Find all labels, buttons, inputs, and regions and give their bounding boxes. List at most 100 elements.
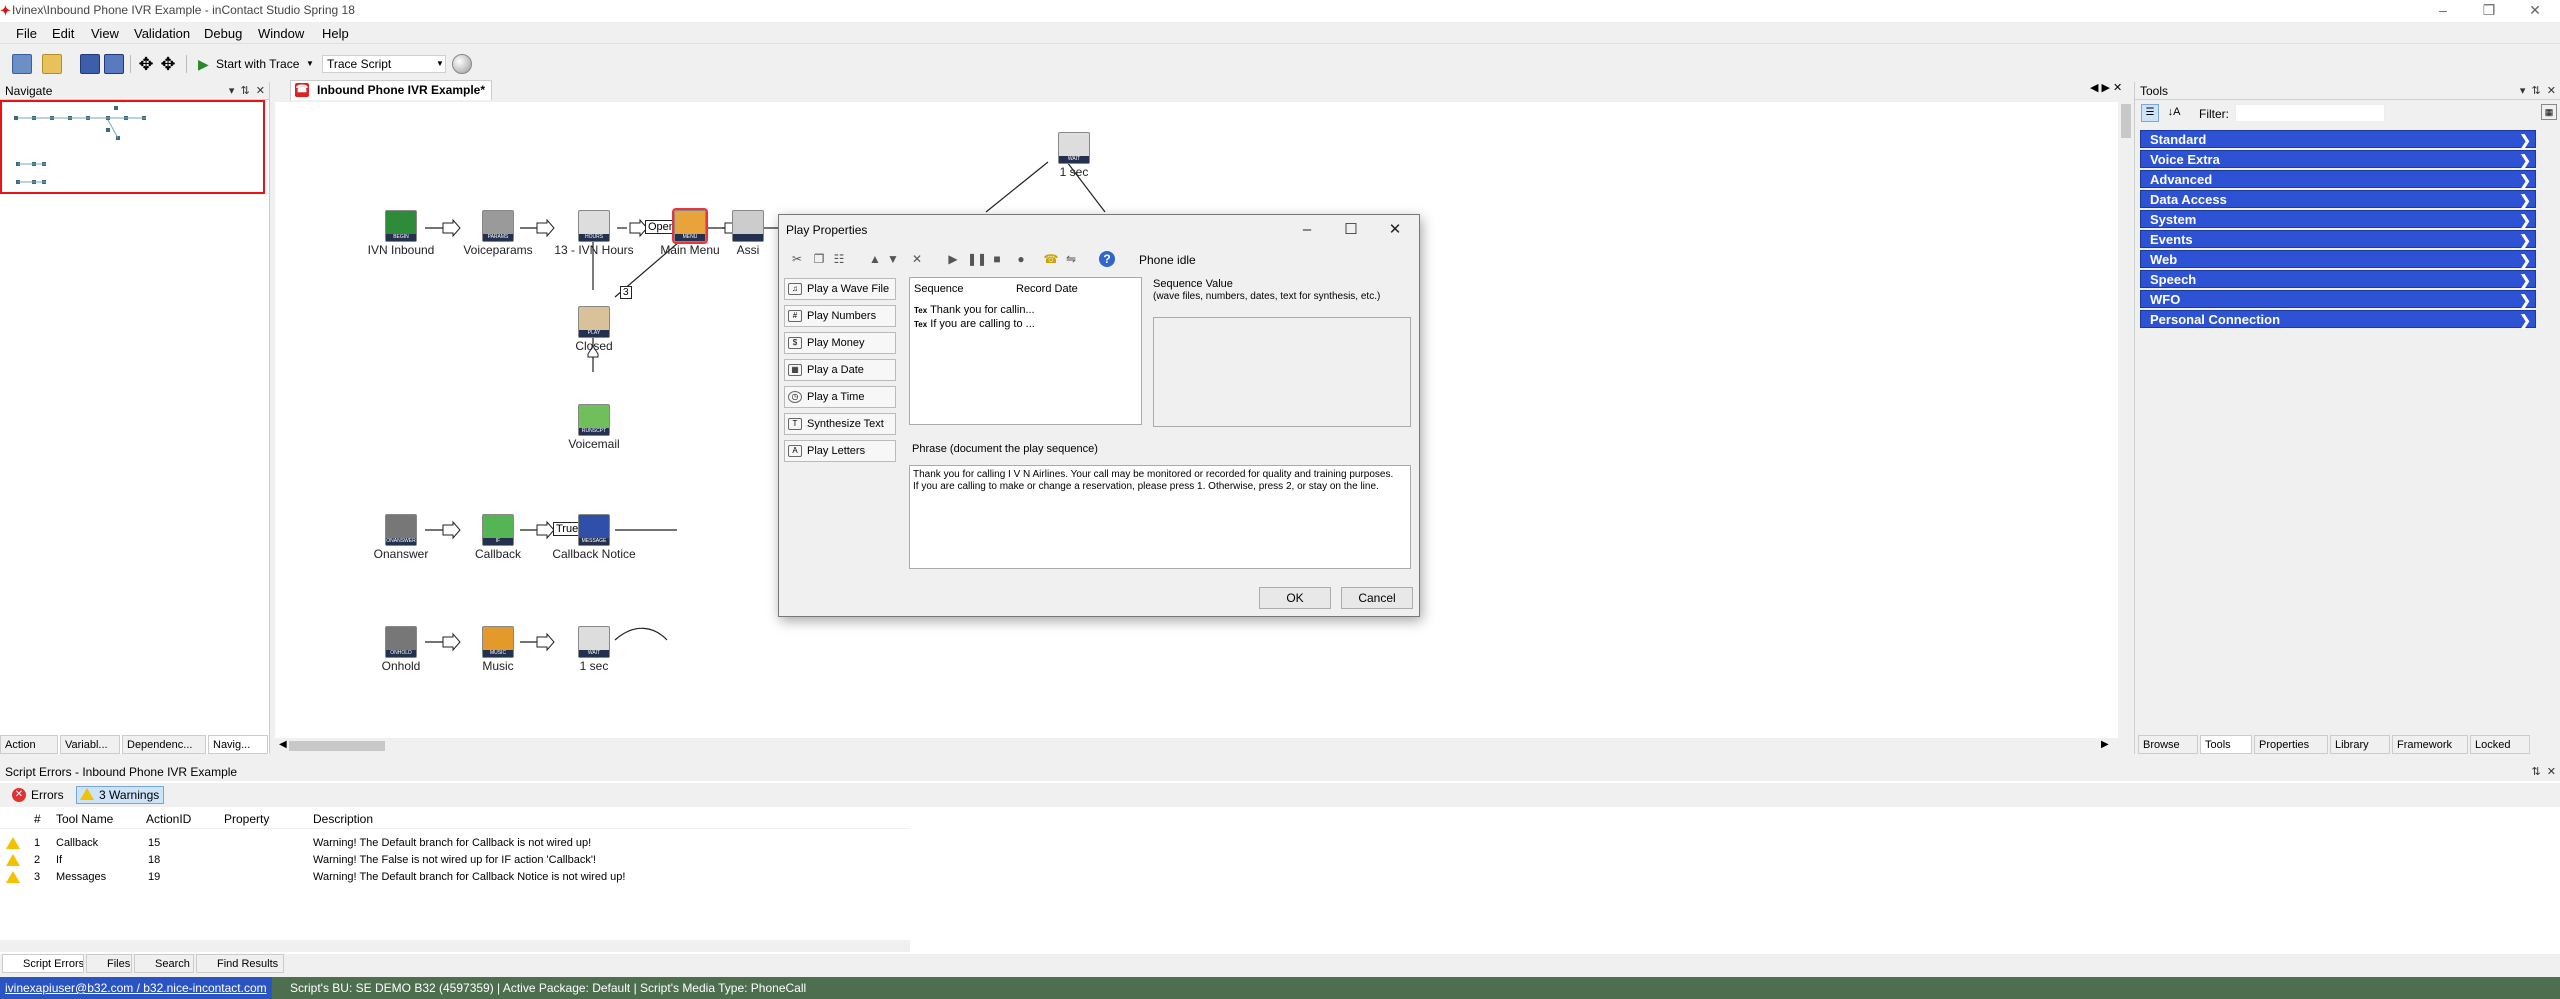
scroll-thumb[interactable] — [289, 741, 385, 751]
category-wfo[interactable]: WFO ❯ — [2140, 290, 2536, 308]
tab-script-errors[interactable]: Script Errors — [2, 954, 84, 973]
copy-icon[interactable]: ❐ — [811, 251, 827, 267]
save-icon[interactable] — [80, 54, 100, 74]
record-icon[interactable] — [452, 54, 472, 74]
sort-az-icon[interactable]: ↓A — [2165, 104, 2183, 122]
table-row[interactable]: 2 If 18 Warning! The False is not wired … — [0, 852, 910, 869]
tab-inbound-phone-ivr[interactable]: ☎ Inbound Phone IVR Example* — [290, 80, 493, 100]
tab-find-results[interactable]: Find Results — [196, 954, 284, 973]
play-icon[interactable]: ▶ — [945, 251, 961, 267]
tab-variables[interactable]: Variabl... — [60, 735, 120, 754]
move-all-icon[interactable]: ✥ — [158, 54, 178, 74]
record-icon[interactable]: ● — [1013, 251, 1029, 267]
menu-file[interactable]: File — [16, 26, 37, 41]
start-trace-button[interactable]: Start with Trace — [216, 55, 299, 73]
minimize-button[interactable]: – — [2420, 0, 2466, 22]
categorized-view-icon[interactable]: ☰ — [2141, 104, 2159, 122]
table-row[interactable]: 1 Callback 15 Warning! The Default branc… — [0, 835, 910, 852]
combo-chevron-down-icon[interactable]: ▼ — [436, 55, 444, 73]
menu-window[interactable]: Window — [258, 26, 304, 41]
errors-horizontal-scrollbar[interactable] — [0, 940, 910, 952]
synthesize-text-button[interactable]: T Synthesize Text — [784, 413, 896, 435]
category-web[interactable]: Web ❯ — [2140, 250, 2536, 268]
category-advanced[interactable]: Advanced ❯ — [2140, 170, 2536, 188]
category-voice-extra[interactable]: Voice Extra ❯ — [2140, 150, 2536, 168]
user-status[interactable]: ivinexapiuser@b32.com / b32.nice-inconta… — [0, 977, 272, 999]
pause-icon[interactable]: ❚❚ — [967, 251, 987, 267]
play-icon[interactable]: ▶ — [198, 55, 209, 73]
sequence-list[interactable]: Sequence Record Date Tex Thank you for c… — [909, 277, 1142, 425]
move-down-icon[interactable]: ▼ — [885, 251, 901, 267]
tab-tools[interactable]: Tools — [2200, 735, 2252, 754]
play-date-button[interactable]: ▦ Play a Date — [784, 359, 896, 381]
menu-debug[interactable]: Debug — [204, 26, 242, 41]
action-node[interactable]: PARAMS Voiceparams — [443, 210, 553, 257]
action-node[interactable]: BEGIN IVN Inbound — [346, 210, 456, 257]
dialog-minimize-button[interactable]: – — [1285, 217, 1329, 243]
action-node[interactable]: MESSAGE Callback Notice — [539, 514, 649, 561]
tools-options-icon[interactable]: ▦ — [2541, 104, 2557, 120]
phone-icon[interactable]: ☎ — [1043, 251, 1059, 267]
category-system[interactable]: System ❯ — [2140, 210, 2536, 228]
tab-library[interactable]: Library — [2330, 735, 2390, 754]
menu-edit[interactable]: Edit — [52, 26, 74, 41]
new-script-icon[interactable] — [12, 54, 32, 74]
action-node[interactable]: Assi — [718, 210, 778, 257]
navigate-viewport-thumbnail[interactable] — [0, 100, 265, 194]
menu-validation[interactable]: Validation — [134, 26, 190, 41]
panel-buttons[interactable]: ⇅ ✕ — [2531, 763, 2556, 781]
action-node[interactable]: PLAY Closed — [539, 306, 649, 353]
move-up-icon[interactable]: ▲ — [867, 251, 883, 267]
tab-framework[interactable]: Framework — [2392, 735, 2468, 754]
action-node[interactable]: HOURS 13 - IVN Hours — [539, 210, 649, 257]
tab-search[interactable]: Search — [134, 954, 194, 973]
tab-locked[interactable]: Locked — [2470, 735, 2530, 754]
delete-icon[interactable]: ✕ — [909, 251, 925, 267]
play-letters-button[interactable]: A Play Letters — [784, 440, 896, 462]
tab-dependencies[interactable]: Dependenc... — [122, 735, 206, 754]
cut-icon[interactable]: ✂ — [789, 251, 805, 267]
play-wave-file-button[interactable]: ♫ Play a Wave File — [784, 278, 896, 300]
panel-buttons[interactable]: ▾ ⇅ ✕ — [229, 82, 265, 100]
list-item[interactable]: Tex If you are calling to ... — [914, 318, 1035, 330]
paste-icon[interactable]: ☷ — [831, 251, 847, 267]
column-tool-name[interactable]: Tool Name — [56, 812, 113, 826]
action-node[interactable]: ONANSWER Onanswer — [346, 514, 456, 561]
action-node[interactable]: WAIT 1 sec — [539, 626, 649, 673]
column-description[interactable]: Description — [313, 812, 373, 826]
action-node[interactable]: RUNSCPT Voicemail — [539, 404, 649, 451]
list-item[interactable]: Tex Thank you for callin... — [914, 304, 1035, 316]
vertical-scrollbar[interactable] — [2118, 102, 2134, 738]
dialog-close-button[interactable]: ✕ — [1373, 217, 1417, 243]
tab-files[interactable]: Files — [86, 954, 132, 973]
column-action-id[interactable]: ActionID — [146, 812, 191, 826]
close-button[interactable]: ✕ — [2512, 0, 2558, 22]
play-money-button[interactable]: $ Play Money — [784, 332, 896, 354]
menu-view[interactable]: View — [91, 26, 119, 41]
play-numbers-button[interactable]: # Play Numbers — [784, 305, 896, 327]
horizontal-scrollbar[interactable]: ◀ ▶ — [275, 738, 2118, 754]
category-standard[interactable]: Standard ❯ — [2140, 130, 2536, 148]
action-node[interactable]: IF Callback — [443, 514, 553, 561]
tab-scroll-buttons[interactable]: ◀ ▶ ✕ — [2090, 81, 2122, 94]
dialog-maximize-button[interactable]: ☐ — [1329, 217, 1373, 243]
open-folder-icon[interactable] — [42, 54, 62, 74]
table-row[interactable]: 3 Messages 19 Warning! The Default branc… — [0, 869, 910, 886]
action-node[interactable]: WAIT 1 sec — [1019, 132, 1129, 179]
help-icon[interactable]: ? — [1099, 251, 1115, 267]
column-property[interactable]: Property — [224, 812, 269, 826]
errors-filter-button[interactable]: ✕ Errors — [8, 786, 69, 804]
sequence-column-header[interactable]: Sequence — [914, 283, 964, 295]
tab-navigate[interactable]: Navig... — [208, 735, 268, 754]
filter-input[interactable] — [2235, 104, 2385, 122]
category-data-access[interactable]: Data Access ❯ — [2140, 190, 2536, 208]
stop-icon[interactable]: ■ — [989, 251, 1005, 267]
warnings-filter-button[interactable]: 3 Warnings — [76, 786, 165, 804]
sequence-value-editor[interactable] — [1153, 317, 1411, 427]
move-icon[interactable]: ✥ — [136, 54, 156, 74]
category-events[interactable]: Events ❯ — [2140, 230, 2536, 248]
ok-button[interactable]: OK — [1259, 587, 1331, 609]
phrase-textarea[interactable]: Thank you for calling I V N Airlines. Yo… — [909, 465, 1411, 569]
action-node[interactable]: MUSIC Music — [443, 626, 553, 673]
category-speech[interactable]: Speech ❯ — [2140, 270, 2536, 288]
